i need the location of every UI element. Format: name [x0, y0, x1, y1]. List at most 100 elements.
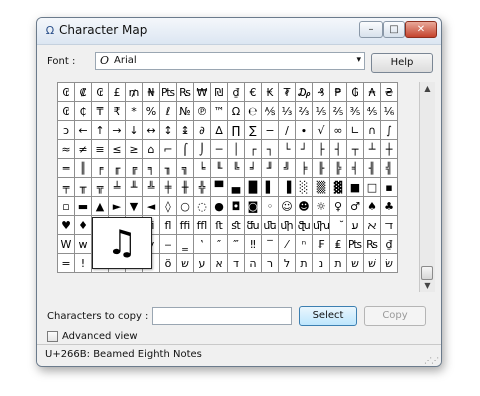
character-cell[interactable]: ד: [228, 254, 245, 273]
character-cell[interactable]: ₤: [330, 235, 347, 254]
character-cell[interactable]: ﬗ: [313, 216, 330, 235]
character-cell[interactable]: ₦: [143, 83, 160, 102]
character-cell[interactable]: W: [58, 235, 75, 254]
character-cell[interactable]: ─: [211, 140, 228, 159]
character-cell[interactable]: ╒: [92, 159, 109, 178]
character-cell[interactable]: █: [245, 178, 262, 197]
character-cell[interactable]: ﬢ: [381, 216, 398, 235]
character-cell[interactable]: ╘: [194, 159, 211, 178]
character-cell[interactable]: ל: [279, 254, 296, 273]
character-cell[interactable]: ‛: [194, 235, 211, 254]
character-cell[interactable]: ╧: [109, 178, 126, 197]
scroll-down-icon[interactable]: ▼: [420, 281, 435, 290]
character-cell[interactable]: ⅖: [330, 102, 347, 121]
character-cell[interactable]: ╬: [194, 178, 211, 197]
character-cell[interactable]: ┬: [347, 140, 364, 159]
maximize-button[interactable]: □: [383, 21, 405, 38]
select-button[interactable]: Select: [299, 306, 357, 326]
character-cell[interactable]: w: [75, 235, 92, 254]
character-cell[interactable]: ∙: [296, 121, 313, 140]
character-cell[interactable]: ◄: [143, 197, 160, 216]
character-cell[interactable]: ►: [109, 197, 126, 216]
character-cell[interactable]: ↨: [177, 121, 194, 140]
character-cell[interactable]: ◌: [194, 197, 211, 216]
character-cell[interactable]: ﬕ: [279, 216, 296, 235]
character-cell[interactable]: ₱: [330, 83, 347, 102]
character-cell[interactable]: ₴: [381, 83, 398, 102]
scrollbar-thumb[interactable]: [421, 266, 433, 280]
character-cell[interactable]: ₨: [364, 235, 381, 254]
character-cell[interactable]: ﬂ: [160, 216, 177, 235]
character-cell[interactable]: ▐: [279, 178, 296, 197]
character-cell[interactable]: │: [228, 140, 245, 159]
character-cell[interactable]: ╥: [75, 178, 92, 197]
character-cell[interactable]: ﬡ: [364, 216, 381, 235]
character-cell[interactable]: ↔: [143, 121, 160, 140]
character-cell[interactable]: ר: [262, 254, 279, 273]
character-cell[interactable]: ☺: [279, 197, 296, 216]
character-cell[interactable]: ╛: [245, 159, 262, 178]
character-cell[interactable]: ┤: [330, 140, 347, 159]
character-cell[interactable]: ∞: [330, 121, 347, 140]
character-cell[interactable]: ﬞ: [330, 216, 347, 235]
character-cell[interactable]: ◘: [228, 197, 245, 216]
character-cell[interactable]: ≡: [92, 140, 109, 159]
character-cell[interactable]: ₯: [296, 83, 313, 102]
character-cell[interactable]: ת: [330, 254, 347, 273]
font-dropdown[interactable]: O Arial ▾: [95, 52, 365, 70]
character-cell[interactable]: ▬: [75, 197, 92, 216]
character-cell[interactable]: ╔: [126, 159, 143, 178]
character-cell[interactable]: ⌂: [143, 140, 160, 159]
character-cell[interactable]: ₢: [58, 83, 75, 102]
character-cell[interactable]: ●: [211, 197, 228, 216]
character-cell[interactable]: ₧: [347, 235, 364, 254]
character-cell[interactable]: ╪: [160, 178, 177, 197]
character-cell[interactable]: ﬅ: [211, 216, 228, 235]
scroll-up-icon[interactable]: ▲: [420, 84, 435, 93]
character-cell[interactable]: ╝: [279, 159, 296, 178]
character-cell[interactable]: ‗: [177, 235, 194, 254]
character-cell[interactable]: ╙: [211, 159, 228, 178]
character-cell[interactable]: ₩: [194, 83, 211, 102]
character-cell[interactable]: ╖: [160, 159, 177, 178]
character-cell[interactable]: ┼: [381, 140, 398, 159]
character-cell[interactable]: ╗: [177, 159, 194, 178]
character-cell[interactable]: ע: [194, 254, 211, 273]
character-cell[interactable]: ₧: [160, 83, 177, 102]
character-cell[interactable]: Ω: [228, 102, 245, 121]
character-cell[interactable]: ﬃ: [177, 216, 194, 235]
character-cell[interactable]: ה: [245, 254, 262, 273]
character-cell[interactable]: ש: [177, 254, 194, 273]
character-cell[interactable]: ╞: [296, 159, 313, 178]
character-cell[interactable]: □: [364, 178, 381, 197]
character-cell[interactable]: ‴: [228, 235, 245, 254]
character-cell[interactable]: ≈: [58, 140, 75, 159]
character-cell[interactable]: ﬄ: [194, 216, 211, 235]
character-cell[interactable]: =: [58, 254, 75, 273]
character-cell[interactable]: ○: [177, 197, 194, 216]
character-cell[interactable]: ▒: [313, 178, 330, 197]
character-cell[interactable]: ﬓ: [245, 216, 262, 235]
character-cell[interactable]: ═: [58, 159, 75, 178]
character-cell[interactable]: ░: [296, 178, 313, 197]
character-cell[interactable]: ₨: [177, 83, 194, 102]
character-cell[interactable]: ◙: [245, 197, 262, 216]
characters-to-copy-input[interactable]: [152, 307, 292, 325]
character-cell[interactable]: ⌠: [177, 140, 194, 159]
character-cell[interactable]: ₳: [364, 83, 381, 102]
character-cell[interactable]: ∂: [194, 121, 211, 140]
character-cell[interactable]: ₡: [75, 83, 92, 102]
character-cell[interactable]: ╣: [381, 159, 398, 178]
character-cell[interactable]: ┐: [262, 140, 279, 159]
character-cell[interactable]: ₹: [109, 102, 126, 121]
character-cell[interactable]: ♥: [58, 216, 75, 235]
character-cell[interactable]: √: [313, 121, 330, 140]
character-cell[interactable]: ﬠ: [347, 216, 364, 235]
character-cell[interactable]: ↕: [160, 121, 177, 140]
character-cell[interactable]: ↑: [92, 121, 109, 140]
character-cell[interactable]: ■: [347, 178, 364, 197]
character-cell[interactable]: ♂: [347, 197, 364, 216]
character-cell[interactable]: ║: [75, 159, 92, 178]
character-cell[interactable]: ╦: [92, 178, 109, 197]
character-cell[interactable]: ≤: [109, 140, 126, 159]
